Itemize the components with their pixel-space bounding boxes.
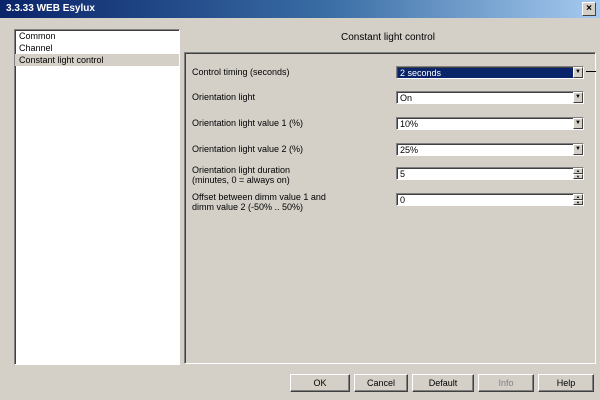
spin-down-icon[interactable]: ▼ [573, 199, 583, 205]
chevron-down-icon[interactable]: ▼ [573, 92, 583, 103]
ok-button[interactable]: OK [290, 374, 350, 392]
orientation-light-label: Orientation light [192, 92, 256, 102]
offset-label: Offset between dimm value 1 and dimm val… [192, 192, 326, 212]
orientation-duration-label: Orientation light duration (minutes, 0 =… [192, 165, 291, 185]
orientation-value-2-label: Orientation light value 2 (%) [192, 144, 304, 154]
section-title: Constant light control [341, 32, 435, 43]
offset-spinner[interactable]: 0 ▲ ▼ [396, 193, 584, 206]
orientation-value-1-value: 10% [400, 119, 419, 129]
chevron-down-icon[interactable]: ▼ [573, 118, 583, 129]
default-button[interactable]: Default [412, 374, 474, 392]
control-timing-dropdown[interactable]: 2 seconds ▼ [396, 66, 584, 79]
orientation-duration-spinner[interactable]: 5 ▲ ▼ [396, 167, 584, 180]
dialog-window: 3.3.33 WEB Esylux × Common Channel Const… [0, 0, 600, 400]
help-button[interactable]: Help [538, 374, 594, 392]
info-button[interactable]: Info [478, 374, 534, 392]
control-timing-value: 2 seconds [400, 68, 442, 78]
offset-value: 0 [400, 195, 406, 205]
category-list: Common Channel Constant light control [14, 29, 180, 365]
spin-down-icon[interactable]: ▼ [573, 173, 583, 179]
leader-line [586, 71, 596, 72]
cancel-button[interactable]: Cancel [354, 374, 408, 392]
window-title: 3.3.33 WEB Esylux [6, 3, 95, 14]
title-bar[interactable]: 3.3.33 WEB Esylux × [0, 0, 600, 18]
close-icon[interactable]: × [582, 2, 596, 16]
orientation-value-1-label: Orientation light value 1 (%) [192, 118, 304, 128]
nav-item-common[interactable]: Common [15, 30, 179, 42]
orientation-light-value: On [400, 93, 413, 103]
control-timing-label: Control timing (seconds) [192, 67, 290, 77]
nav-item-constant-light-control[interactable]: Constant light control [15, 54, 179, 66]
orientation-duration-value: 5 [400, 169, 406, 179]
orientation-value-2-dropdown[interactable]: 25% ▼ [396, 143, 584, 156]
chevron-down-icon[interactable]: ▼ [573, 67, 583, 78]
spinner-buttons: ▲ ▼ [573, 194, 583, 205]
nav-item-channel[interactable]: Channel [15, 42, 179, 54]
orientation-light-dropdown[interactable]: On ▼ [396, 91, 584, 104]
spinner-buttons: ▲ ▼ [573, 168, 583, 179]
orientation-value-1-dropdown[interactable]: 10% ▼ [396, 117, 584, 130]
orientation-value-2-value: 25% [400, 145, 419, 155]
chevron-down-icon[interactable]: ▼ [573, 144, 583, 155]
